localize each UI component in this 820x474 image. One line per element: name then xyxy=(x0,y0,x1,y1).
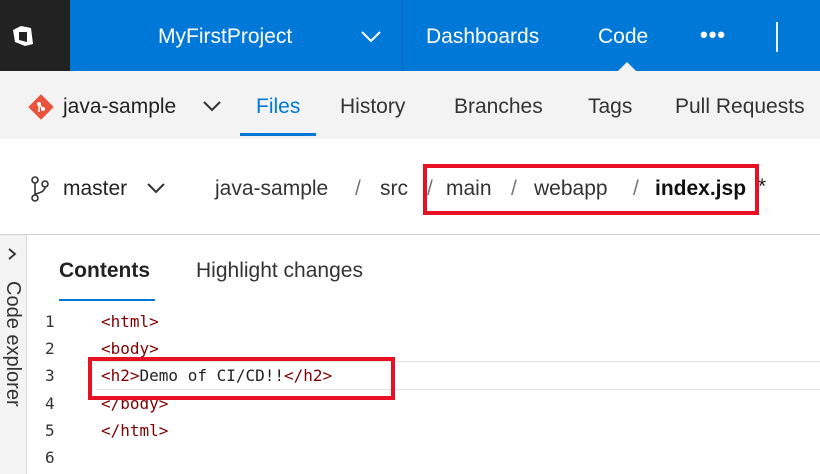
chevron-right-icon[interactable] xyxy=(6,247,18,261)
tab-branches[interactable]: Branches xyxy=(454,95,543,119)
chevron-down-icon[interactable] xyxy=(360,30,382,44)
modified-marker: * xyxy=(758,175,767,198)
tab-highlight-changes[interactable]: Highlight changes xyxy=(196,259,363,283)
code-line[interactable]: 6 xyxy=(27,448,820,474)
vsts-logo[interactable] xyxy=(0,0,70,71)
nav-dashboards[interactable]: Dashboards xyxy=(426,25,539,49)
top-bar: MyFirstProject Dashboards Code ••• xyxy=(0,0,820,71)
code-tag: <body> xyxy=(101,339,159,358)
line-number: 4 xyxy=(45,394,55,413)
topbar-separator xyxy=(776,22,778,52)
line-code: <body> xyxy=(101,339,159,358)
path-highlight-box xyxy=(423,164,759,215)
line-number: 2 xyxy=(45,339,55,358)
branch-selector[interactable]: master xyxy=(63,177,127,201)
tab-files[interactable]: Files xyxy=(256,95,300,119)
line-number: 5 xyxy=(45,421,55,440)
active-nav-indicator xyxy=(618,62,636,71)
code-tag: <html> xyxy=(101,312,159,331)
line-number: 1 xyxy=(45,312,55,331)
repo-nav-bar: java-sample Files History Branches Tags … xyxy=(0,71,820,139)
code-tag: </html> xyxy=(101,421,169,440)
line-number: 6 xyxy=(45,448,55,467)
nav-code[interactable]: Code xyxy=(598,25,648,49)
vsts-logo-icon xyxy=(13,26,33,46)
code-line[interactable]: 5 </html> xyxy=(27,421,820,448)
tab-history[interactable]: History xyxy=(340,95,405,119)
repo-selector[interactable]: java-sample xyxy=(63,95,176,119)
more-icon[interactable]: ••• xyxy=(700,22,726,48)
chevron-down-icon[interactable] xyxy=(202,100,222,112)
branch-icon xyxy=(31,176,49,202)
line-code: <html> xyxy=(101,312,159,331)
active-tab-underline xyxy=(240,133,316,136)
project-name[interactable]: MyFirstProject xyxy=(158,25,292,49)
line-code: </html> xyxy=(101,421,168,440)
line-number: 3 xyxy=(45,366,55,385)
breadcrumb-separator: / xyxy=(355,177,361,200)
code-line[interactable]: 1 <html> xyxy=(27,312,820,339)
topbar-divider xyxy=(402,0,403,71)
divider xyxy=(0,234,820,235)
active-content-tab-underline xyxy=(59,299,155,301)
chevron-down-icon[interactable] xyxy=(146,182,166,194)
tab-contents[interactable]: Contents xyxy=(59,259,150,283)
code-explorer-label[interactable]: Code explorer xyxy=(1,281,24,407)
tab-pull-requests[interactable]: Pull Requests xyxy=(675,95,805,119)
tab-tags[interactable]: Tags xyxy=(588,95,632,119)
code-highlight-box xyxy=(88,357,395,400)
git-repo-icon xyxy=(28,94,54,120)
breadcrumb-src[interactable]: src xyxy=(380,177,408,201)
breadcrumb-java-sample[interactable]: java-sample xyxy=(215,177,328,201)
